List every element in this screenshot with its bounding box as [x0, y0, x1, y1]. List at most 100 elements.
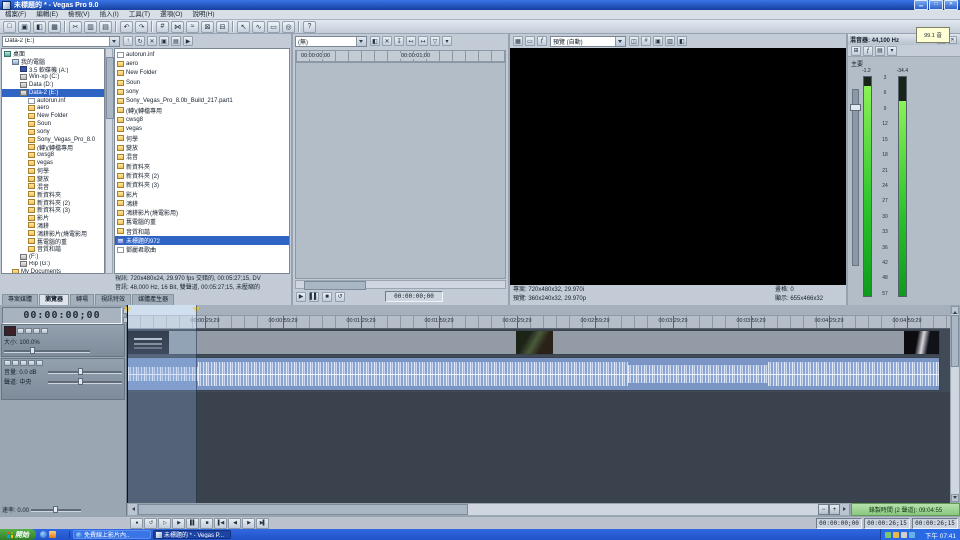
- trimmer-play-button[interactable]: ▶: [296, 292, 306, 302]
- save-snapshot-button[interactable]: ◧: [677, 36, 687, 46]
- rate-slider[interactable]: [31, 506, 81, 513]
- trimmer-scrollbar[interactable]: [295, 280, 506, 289]
- paste-button[interactable]: ▤: [99, 21, 112, 33]
- auto-preview-button[interactable]: ▶: [183, 36, 193, 46]
- tree-item[interactable]: Data (D:): [2, 81, 104, 89]
- downmix-output-button[interactable]: ▾: [887, 46, 897, 56]
- insert-assignable-fx-button[interactable]: ƒ: [863, 46, 873, 56]
- start-button[interactable]: 開始: [0, 529, 36, 540]
- file-item[interactable]: Soun: [115, 78, 289, 87]
- stop-button[interactable]: ■: [200, 518, 213, 529]
- file-item[interactable]: 混音: [115, 152, 289, 161]
- browser-task-button[interactable]: 免費線上影片內..: [73, 530, 151, 539]
- trimmer-stop-button[interactable]: ■: [322, 292, 332, 302]
- dock-tab[interactable]: 視訊特效: [95, 294, 131, 305]
- normal-edit-tool-button[interactable]: ↖: [237, 21, 250, 33]
- chevron-down-icon[interactable]: [356, 37, 366, 46]
- tree-item[interactable]: New Folder: [2, 112, 104, 120]
- tree-item[interactable]: aero: [2, 105, 104, 113]
- undo-button[interactable]: ↶: [120, 21, 133, 33]
- selection-time-display[interactable]: 00:00:26;15: [864, 518, 910, 529]
- update-icon[interactable]: [901, 532, 907, 538]
- scroll-up-icon[interactable]: [951, 306, 959, 314]
- trimmer-settings-button[interactable]: ▾: [442, 36, 452, 46]
- auto-ripple-button[interactable]: ≈: [186, 21, 199, 33]
- copy-snapshot-button[interactable]: ▥: [665, 36, 675, 46]
- master-fader[interactable]: [852, 89, 859, 266]
- time-ruler[interactable]: 00:00:29;2900:00:59;2900:01:29;2900:01:5…: [127, 316, 950, 329]
- previous-marker-button[interactable]: ↤: [406, 36, 416, 46]
- file-item[interactable]: 鄧麗君歌曲: [115, 245, 289, 254]
- trimmer-pause-button[interactable]: ▌▌: [309, 292, 319, 302]
- antivirus-icon[interactable]: [893, 532, 899, 538]
- file-item[interactable]: Sony_Vegas_Pro_8.0b_Build_217.part1: [115, 96, 289, 105]
- file-item[interactable]: 新資料夾 (3): [115, 180, 289, 189]
- track-volume-slider[interactable]: [48, 368, 122, 375]
- file-item[interactable]: 鴻耕: [115, 199, 289, 208]
- tree-item[interactable]: 新資料夾: [2, 190, 104, 198]
- video-output-fx-button[interactable]: ƒ: [537, 36, 547, 46]
- trimmer-save-button[interactable]: ◧: [370, 36, 380, 46]
- master-bus-properties-button[interactable]: ▤: [875, 46, 885, 56]
- add-to-timeline-button[interactable]: ↧: [394, 36, 404, 46]
- menu-item[interactable]: 檢視(V): [63, 10, 95, 19]
- chevron-down-icon[interactable]: [615, 37, 625, 46]
- up-one-level-button[interactable]: ↑: [123, 36, 133, 46]
- track-fx-button[interactable]: [28, 360, 35, 366]
- menu-item[interactable]: 檔案(F): [0, 10, 31, 19]
- go-to-start-button[interactable]: ▌◀: [214, 518, 227, 529]
- scrollbar-thumb[interactable]: [304, 281, 366, 290]
- scroll-left-icon[interactable]: [128, 504, 138, 515]
- track-arm-button[interactable]: [4, 360, 11, 366]
- file-item[interactable]: 舊電腦的重: [115, 217, 289, 226]
- scrollbar-thumb[interactable]: [951, 315, 959, 367]
- audio-event[interactable]: [127, 357, 940, 391]
- tree-item[interactable]: autorun.inf: [2, 97, 104, 105]
- minimize-button[interactable]: ▁: [914, 0, 928, 10]
- tree-item[interactable]: 影片: [2, 214, 104, 222]
- envelope-edit-tool-button[interactable]: ∿: [252, 21, 265, 33]
- dock-tab[interactable]: 轉場: [70, 294, 94, 305]
- ignore-grouping-button[interactable]: ⊟: [216, 21, 229, 33]
- tree-item[interactable]: 鴻耕影片(燒電影用: [2, 229, 104, 237]
- tree-item[interactable]: 我的電腦: [2, 58, 104, 66]
- zoom-edit-tool-button[interactable]: ◎: [282, 21, 295, 33]
- file-item[interactable]: autorun.inf: [115, 50, 289, 59]
- menu-item[interactable]: 工具(T): [124, 10, 155, 19]
- file-item[interactable]: 鴻耕影片(燒電影用): [115, 208, 289, 217]
- tree-item[interactable]: cwsg8: [2, 151, 104, 159]
- save-button[interactable]: ◧: [33, 21, 46, 33]
- refresh-button[interactable]: ↻: [135, 36, 145, 46]
- track-view-background[interactable]: [127, 392, 950, 503]
- project-properties-button[interactable]: ▦: [48, 21, 61, 33]
- file-item[interactable]: 新資料夾 (2): [115, 171, 289, 180]
- scrollbar-thumb[interactable]: [138, 504, 468, 515]
- edit-cursor[interactable]: [127, 305, 128, 503]
- vertical-scrollbar[interactable]: [950, 305, 960, 503]
- tree-item[interactable]: 混音: [2, 183, 104, 191]
- loop-region[interactable]: [127, 305, 196, 315]
- file-item[interactable]: vegas: [115, 124, 289, 133]
- network-icon[interactable]: [917, 532, 923, 538]
- file-item[interactable]: (轉)(轉檔專用: [115, 106, 289, 115]
- video-event[interactable]: [127, 330, 940, 355]
- pause-button[interactable]: ▌▌: [186, 518, 199, 529]
- tree-item[interactable]: My Documents: [2, 268, 104, 274]
- previous-frame-button[interactable]: ◀: [228, 518, 241, 529]
- fader-thumb[interactable]: [850, 104, 861, 111]
- track-automation-button[interactable]: [36, 360, 43, 366]
- file-item[interactable]: 影片: [115, 189, 289, 198]
- file-item[interactable]: cwsg8: [115, 115, 289, 124]
- tree-item[interactable]: Win-xp (C:): [2, 73, 104, 81]
- tree-item[interactable]: 3.5 軟碟機 (A:): [2, 66, 104, 74]
- tree-item[interactable]: (F:): [2, 253, 104, 261]
- scrollbar-thumb[interactable]: [106, 57, 114, 119]
- trimmer-workspace[interactable]: [295, 62, 506, 279]
- trimmer-delete-button[interactable]: ✕: [382, 36, 392, 46]
- video-track-header[interactable]: 大小: 100.0%: [1, 324, 125, 357]
- track-automation-button[interactable]: [41, 328, 48, 334]
- tree-item[interactable]: Data-2 (E:): [2, 89, 104, 97]
- tree-item[interactable]: 新資料夾 (3): [2, 206, 104, 214]
- preview-quality-dropdown[interactable]: 預覽 (自動): [550, 36, 626, 47]
- maximize-button[interactable]: □: [929, 0, 943, 10]
